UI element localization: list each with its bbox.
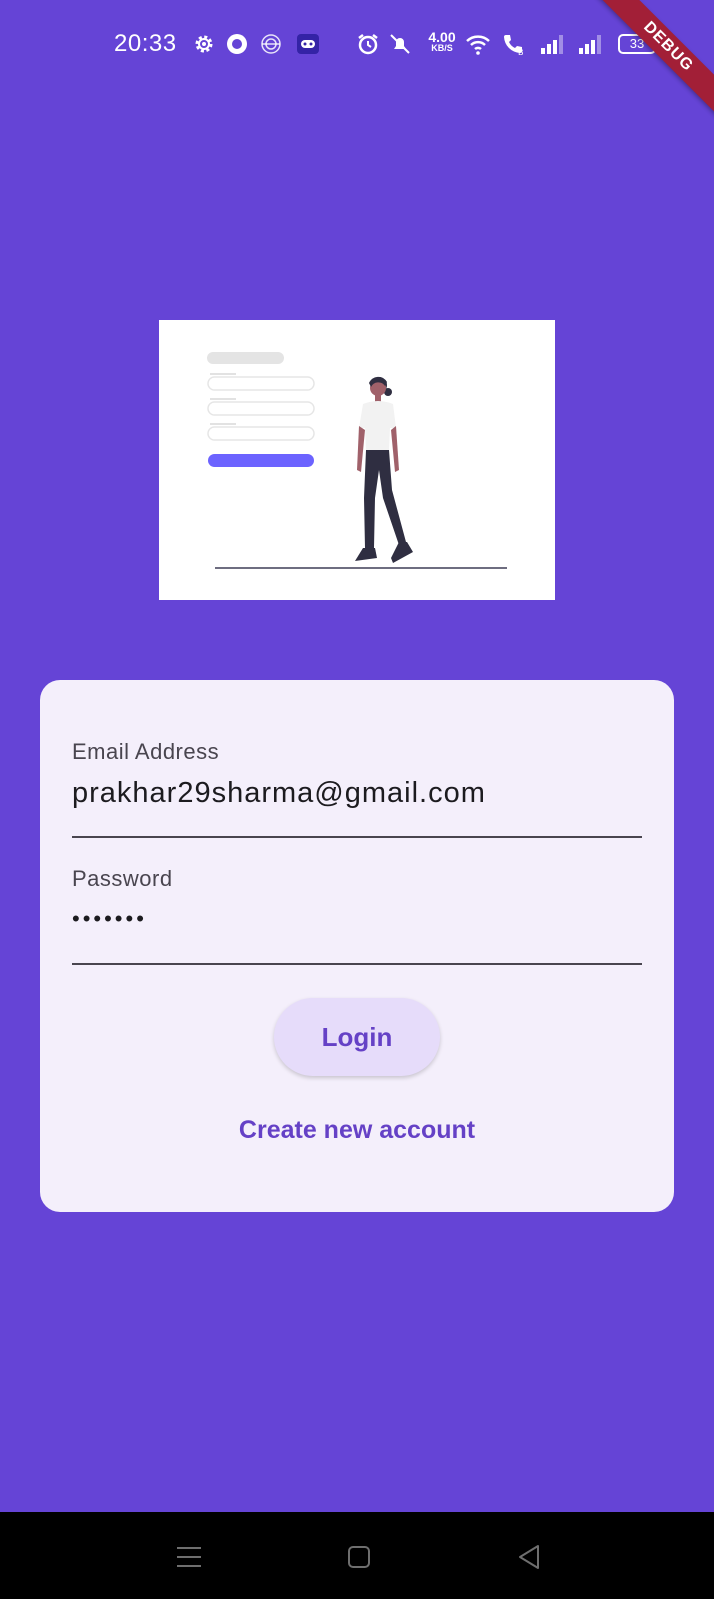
home-icon[interactable]	[344, 1542, 374, 1572]
person-figure	[355, 376, 413, 563]
navigation-bar	[0, 1512, 714, 1599]
login-card: Email Address prakhar29sharma@gmail.com …	[40, 680, 674, 1212]
email-field[interactable]: Email Address prakhar29sharma@gmail.com	[72, 739, 642, 838]
signal-icon	[541, 35, 563, 54]
illustration-graphic	[207, 352, 507, 569]
status-bar: 20:33 4.00 KB/S B 33	[0, 0, 714, 90]
password-underline	[72, 963, 642, 965]
record-icon	[227, 34, 247, 54]
login-screen: 20:33 4.00 KB/S B 33 DEBUG Email Address…	[0, 0, 714, 1599]
menu-icon[interactable]	[174, 1542, 204, 1572]
signal-icon-2	[579, 35, 601, 54]
alarm-icon	[358, 34, 378, 55]
back-icon[interactable]	[514, 1542, 544, 1572]
net-speed-unit: KB/S	[431, 43, 453, 53]
password-label: Password	[72, 866, 173, 891]
settings-icon	[195, 35, 213, 53]
login-illustration	[159, 320, 555, 600]
password-field[interactable]: Password •••••••	[72, 866, 642, 965]
svg-text:B: B	[518, 48, 524, 56]
email-input[interactable]: prakhar29sharma@gmail.com	[72, 777, 642, 817]
email-underline	[72, 836, 642, 838]
game-icon	[297, 34, 319, 54]
password-input[interactable]: •••••••	[72, 906, 642, 946]
vpn-icon	[261, 34, 281, 54]
net-speed-value: 4.00	[428, 29, 456, 45]
create-account-link[interactable]: Create new account	[40, 1116, 674, 1145]
login-button[interactable]: Login	[274, 998, 440, 1076]
net-speed: 4.00 KB/S	[423, 30, 461, 53]
status-time: 20:33	[114, 30, 177, 57]
call-icon: B	[504, 35, 524, 56]
wifi-icon	[466, 35, 490, 55]
email-label: Email Address	[72, 739, 220, 764]
mute-icon	[390, 34, 410, 54]
